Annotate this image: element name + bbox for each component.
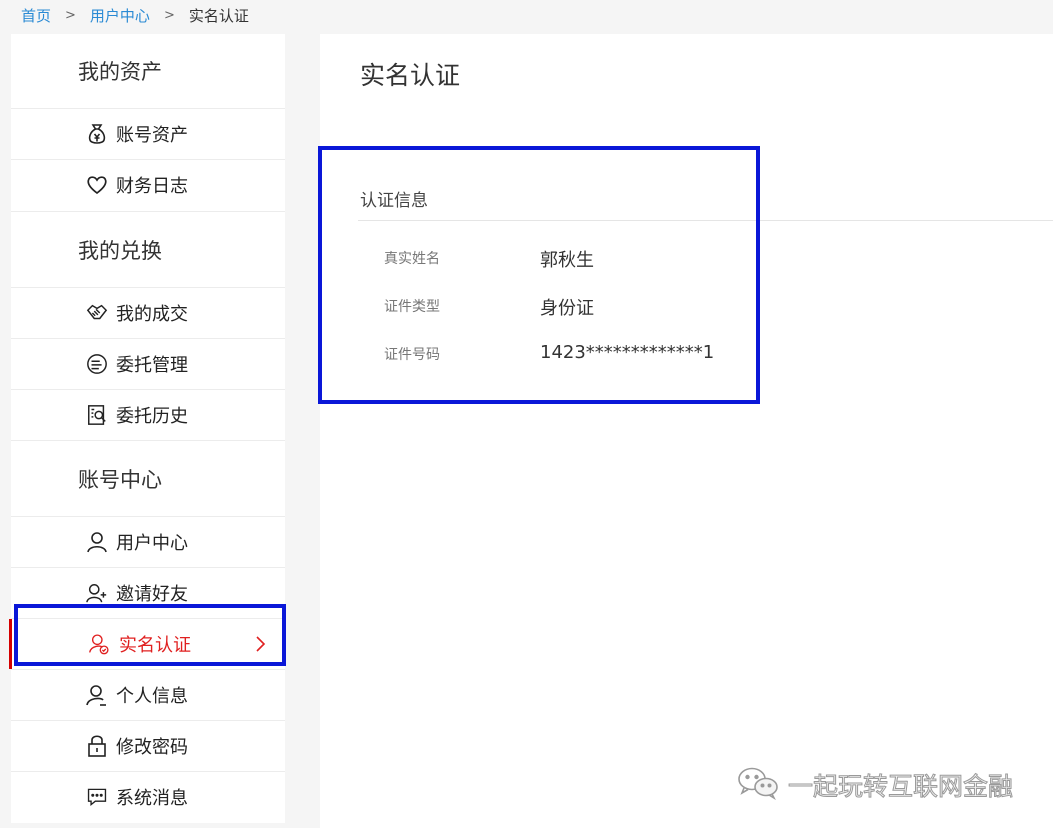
info-value: 郭秋生 xyxy=(540,250,594,271)
heart-icon xyxy=(86,173,108,197)
sidebar-item-label: 用户中心 xyxy=(116,533,188,554)
sidebar-item-label: 委托历史 xyxy=(116,406,188,427)
breadcrumb-separator: > xyxy=(65,8,76,23)
breadcrumb-current: 实名认证 xyxy=(188,7,249,25)
user-edit-icon xyxy=(86,683,108,707)
page-title: 实名认证 xyxy=(360,61,461,90)
info-key: 证件类型 xyxy=(384,299,440,315)
breadcrumb-separator: > xyxy=(163,8,175,23)
sidebar-item-system-messages[interactable]: 系统消息 xyxy=(11,772,285,822)
chevron-right-icon xyxy=(253,633,267,655)
verified-user-icon xyxy=(88,632,110,656)
sidebar-item-label: 委托管理 xyxy=(116,355,188,376)
coin-stack-icon xyxy=(86,352,108,376)
sidebar: 我的资产 账号资产 财务日志 我的兑换 我的成交 委托管理 委托历史 账号中心 … xyxy=(9,34,285,823)
breadcrumb-home-link[interactable]: 首页 xyxy=(21,6,51,26)
sidebar-item-label: 实名认证 xyxy=(119,635,191,656)
sidebar-item-user-center[interactable]: 用户中心 xyxy=(11,517,285,567)
info-key: 证件号码 xyxy=(384,347,440,363)
history-search-icon xyxy=(86,403,108,427)
sidebar-item-invite-friends[interactable]: 邀请好友 xyxy=(11,568,285,618)
sidebar-item-personal-info[interactable]: 个人信息 xyxy=(11,670,285,720)
sidebar-item-label: 个人信息 xyxy=(116,686,188,707)
sidebar-item-label: 我的成交 xyxy=(116,304,188,325)
money-bag-icon xyxy=(86,122,108,146)
divider xyxy=(11,211,285,212)
divider xyxy=(358,220,1053,221)
watermark-text: 一起玩转互联网金融 xyxy=(787,772,1014,802)
watermark: 一起玩转互联网金融 xyxy=(736,766,1014,804)
info-key: 真实姓名 xyxy=(384,251,440,267)
info-row-id-type: 证件类型 身份证 xyxy=(320,294,1053,319)
divider xyxy=(11,440,285,441)
chat-icon xyxy=(86,785,108,809)
info-value: 身份证 xyxy=(540,298,594,319)
lock-icon xyxy=(86,734,108,758)
wechat-icon xyxy=(736,766,780,804)
sidebar-item-label: 财务日志 xyxy=(116,176,188,197)
sidebar-item-account-assets[interactable]: 账号资产 xyxy=(11,109,285,159)
sidebar-item-label: 邀请好友 xyxy=(116,584,188,605)
handshake-icon xyxy=(86,301,108,325)
sidebar-item-label: 系统消息 xyxy=(116,788,188,809)
info-row-real-name: 真实姓名 郭秋生 xyxy=(320,246,1053,271)
sidebar-item-my-trades[interactable]: 我的成交 xyxy=(11,288,285,338)
sidebar-section-account-center: 账号中心 xyxy=(78,468,162,492)
info-value: 1423*************1 xyxy=(540,342,715,363)
add-user-icon xyxy=(86,581,108,605)
sidebar-item-order-history[interactable]: 委托历史 xyxy=(11,390,285,440)
sidebar-item-change-password[interactable]: 修改密码 xyxy=(11,721,285,771)
sidebar-section-assets: 我的资产 xyxy=(78,60,162,84)
sidebar-item-order-management[interactable]: 委托管理 xyxy=(11,339,285,389)
breadcrumb: 首页 > 用户中心 > 实名认证 xyxy=(21,6,249,26)
sidebar-item-real-name-verification[interactable]: 实名认证 xyxy=(9,619,285,669)
active-indicator xyxy=(9,619,12,669)
sidebar-section-exchange: 我的兑换 xyxy=(78,239,162,263)
main-content: 实名认证 认证信息 真实姓名 郭秋生 证件类型 身份证 证件号码 1423***… xyxy=(318,34,1053,828)
info-row-id-number: 证件号码 1423*************1 xyxy=(320,342,1053,366)
breadcrumb-user-center-link[interactable]: 用户中心 xyxy=(90,6,150,26)
info-section-title: 认证信息 xyxy=(360,191,428,211)
sidebar-item-finance-log[interactable]: 财务日志 xyxy=(11,160,285,210)
sidebar-item-label: 修改密码 xyxy=(116,737,188,758)
sidebar-item-label: 账号资产 xyxy=(116,125,188,146)
user-icon xyxy=(86,530,108,554)
